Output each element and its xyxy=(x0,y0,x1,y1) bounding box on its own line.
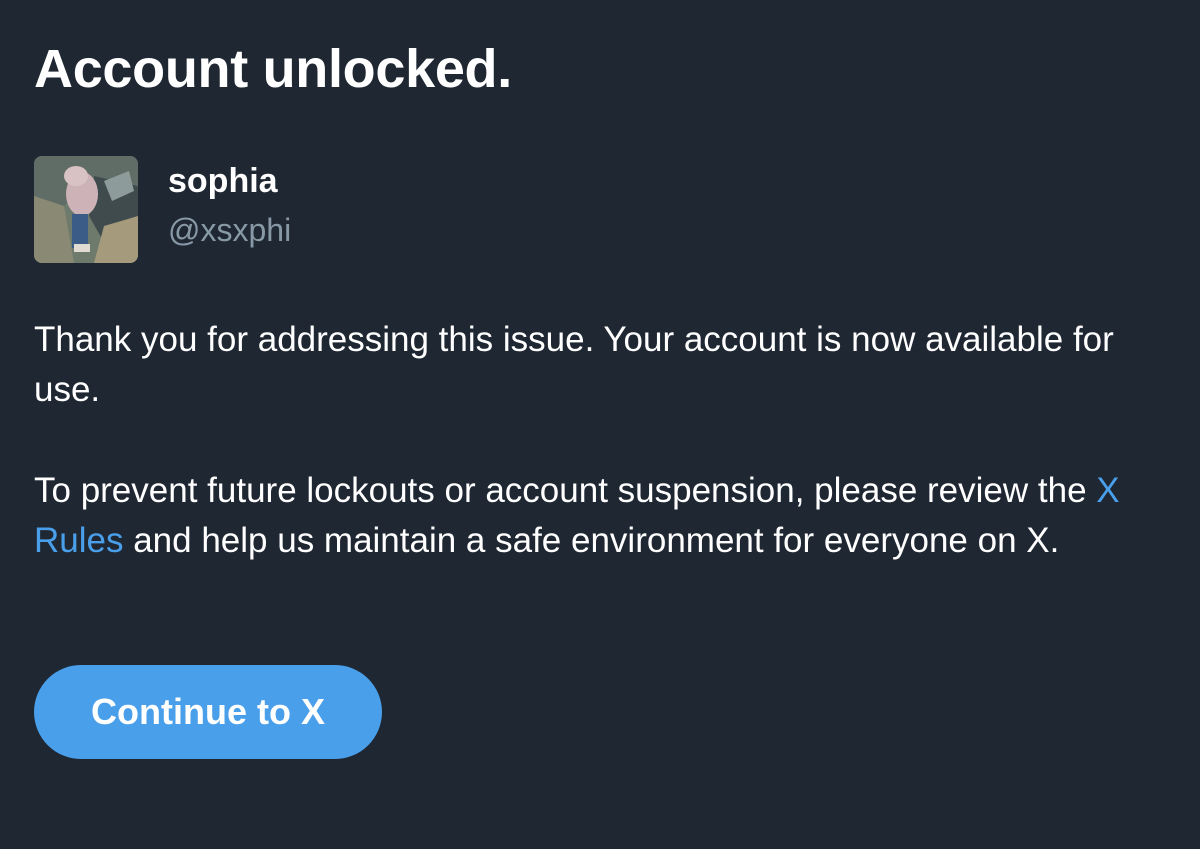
page-title: Account unlocked. xyxy=(34,39,512,99)
rules-message-lead: To prevent future lockouts or account su… xyxy=(34,471,1097,510)
avatar xyxy=(34,156,138,263)
continue-button[interactable]: Continue to X xyxy=(34,665,382,759)
rules-message: To prevent future lockouts or account su… xyxy=(34,466,1174,566)
rules-message-tail: and help us maintain a safe environment … xyxy=(123,521,1060,560)
avatar-photo-icon xyxy=(34,156,138,263)
unlock-message: Thank you for addressing this issue. You… xyxy=(34,320,1114,409)
display-name: sophia xyxy=(168,162,278,200)
user-handle: @xsxphi xyxy=(168,212,292,248)
